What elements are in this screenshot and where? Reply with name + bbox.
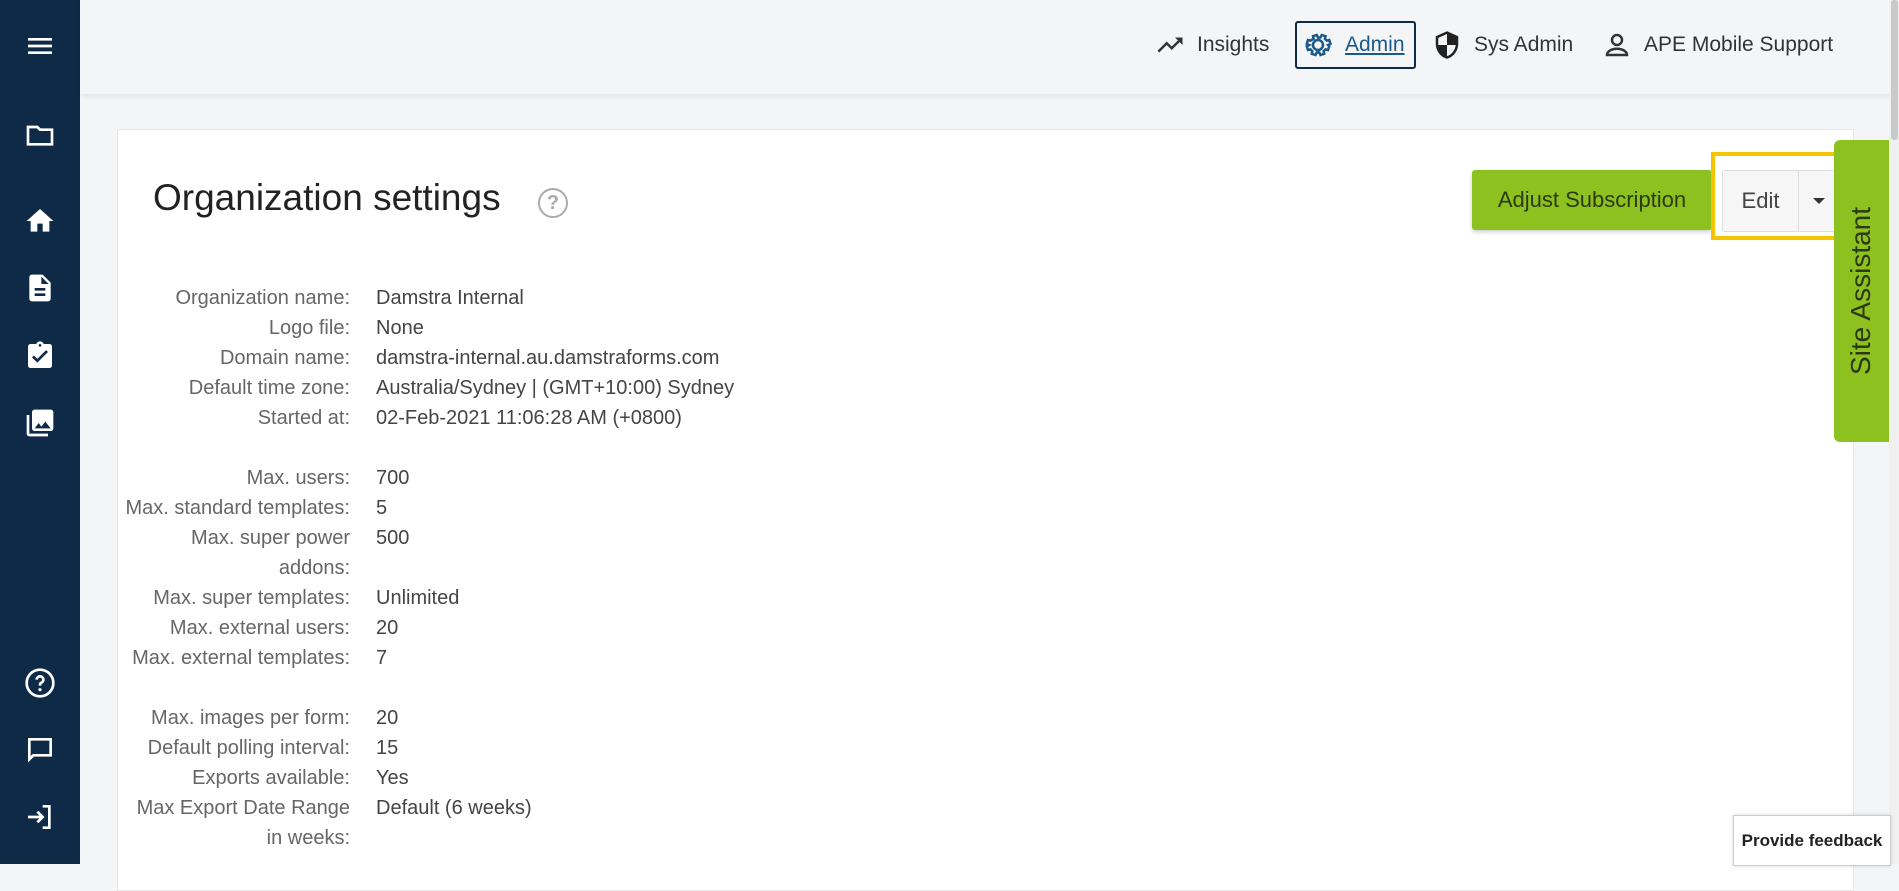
setting-value: Unlimited <box>376 587 460 609</box>
setting-value: 500 <box>376 527 410 549</box>
setting-value: 7 <box>376 647 388 669</box>
adjust-subscription-button[interactable]: Adjust Subscription <box>1472 170 1712 230</box>
site-assistant-tab[interactable]: Site Assistant <box>1834 140 1889 442</box>
user-menu[interactable]: APE Mobile Support <box>1602 21 1833 69</box>
chat-icon[interactable] <box>20 730 60 770</box>
trending-up-icon <box>1157 37 1183 53</box>
page-title: Organization settings <box>153 177 501 218</box>
setting-row: Max. images per form: 20 <box>118 703 1018 733</box>
setting-row: Default time zone: Australia/Sydney | (GM… <box>118 373 1018 403</box>
edit-dropdown-toggle[interactable] <box>1799 171 1839 231</box>
setting-row: Domain name: damstra-internal.au.damstraf… <box>118 343 1018 373</box>
setting-row: Max. external users: 20 <box>118 613 1018 643</box>
edit-button[interactable]: Edit <box>1723 171 1799 231</box>
setting-row: Default polling interval: 15 <box>118 733 1018 763</box>
admin-label: Admin <box>1345 33 1405 56</box>
settings-list: Organization name: Damstra Internal Logo … <box>118 283 1018 853</box>
admin-nav[interactable]: Admin <box>1295 21 1416 69</box>
shield-icon <box>1435 31 1459 59</box>
setting-row: Max. standard templates: 5 <box>118 493 1018 523</box>
home-icon[interactable] <box>20 201 60 241</box>
gear-icon <box>1305 33 1333 57</box>
setting-value: 20 <box>376 707 399 729</box>
setting-label: Max. standard templates: <box>125 497 350 519</box>
setting-row: Max. external templates: 7 <box>118 643 1018 673</box>
help-circle-icon[interactable]: ? <box>538 188 568 218</box>
person-icon <box>1605 33 1629 57</box>
setting-label: Max. super power addons: <box>191 527 350 579</box>
scrollbar-thumb[interactable] <box>1891 0 1898 140</box>
setting-row: Max Export Date Range in weeks: Default (… <box>118 793 1018 853</box>
setting-label: Max Export Date Range in weeks: <box>136 797 350 849</box>
provide-feedback-button[interactable]: Provide feedback <box>1733 815 1891 866</box>
clipboard-check-icon[interactable] <box>20 336 60 376</box>
sysadmin-label: Sys Admin <box>1474 33 1574 56</box>
photo-library-icon[interactable] <box>20 403 60 443</box>
document-icon[interactable] <box>20 268 60 308</box>
setting-label: Exports available: <box>192 767 350 789</box>
setting-label: Domain name: <box>219 347 350 369</box>
setting-label: Max. external templates: <box>132 647 350 669</box>
setting-value: Damstra Internal <box>376 287 524 309</box>
setting-label: Default polling interval: <box>147 737 350 759</box>
top-navigation: Insights Admin Sys Admin APE Mobile Supp… <box>80 0 1899 94</box>
setting-value: 02-Feb-2021 11:06:28 AM (+0800) <box>376 407 682 429</box>
setting-label: Max. external users: <box>169 617 350 639</box>
insights-nav[interactable]: Insights <box>1155 21 1269 69</box>
setting-label: Max. users: <box>246 467 350 489</box>
setting-row: Exports available: Yes <box>118 763 1018 793</box>
setting-value: damstra-internal.au.damstraforms.com <box>376 347 720 369</box>
insights-label: Insights <box>1197 33 1270 56</box>
user-label: APE Mobile Support <box>1644 33 1834 56</box>
setting-value: 5 <box>376 497 388 519</box>
sysadmin-nav[interactable]: Sys Admin <box>1432 21 1573 69</box>
caret-down-icon <box>1813 198 1825 204</box>
setting-label: Organization name: <box>175 287 350 309</box>
setting-row: Started at: 02-Feb-2021 11:06:28 AM (+080… <box>118 403 1018 433</box>
folder-icon[interactable] <box>20 115 60 155</box>
setting-label: Max. images per form: <box>151 707 350 729</box>
setting-value: 20 <box>376 617 399 639</box>
sidebar <box>0 0 80 864</box>
setting-row: Max. super templates: Unlimited <box>118 583 1018 613</box>
site-assistant-label: Site Assistant <box>1845 206 1877 376</box>
setting-label: Max. super templates: <box>153 587 350 609</box>
help-icon[interactable] <box>20 663 60 703</box>
menu-icon[interactable] <box>20 26 60 66</box>
setting-label: Default time zone: <box>188 377 350 399</box>
setting-row: Max. users: 700 <box>118 463 1018 493</box>
setting-value: 700 <box>376 467 410 489</box>
setting-value: 15 <box>376 737 399 759</box>
setting-label: Started at: <box>257 407 350 429</box>
setting-row: Organization name: Damstra Internal <box>118 283 1018 313</box>
setting-row: Logo file: None <box>118 313 1018 343</box>
edit-button-group: Edit <box>1722 170 1840 232</box>
setting-value: Default (6 weeks) <box>376 797 532 819</box>
logout-icon[interactable] <box>20 797 60 837</box>
setting-value: None <box>376 317 424 339</box>
setting-label: Logo file: <box>268 317 350 339</box>
settings-card: Organization settings ? Adjust Subscript… <box>117 129 1854 891</box>
setting-row: Max. super power addons: 500 <box>118 523 1018 583</box>
setting-value: Australia/Sydney | (GMT+10:00) Sydney <box>376 377 735 399</box>
setting-value: Yes <box>376 767 409 789</box>
